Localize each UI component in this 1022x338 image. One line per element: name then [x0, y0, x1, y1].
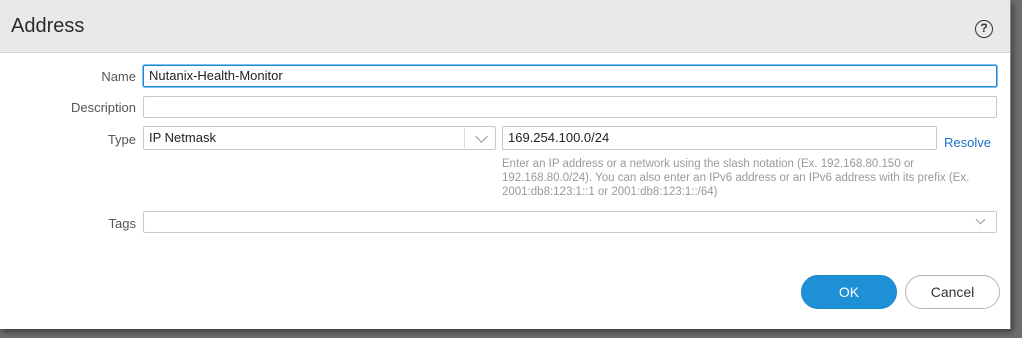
ip-netmask-input[interactable]: 169.254.100.0/24 [502, 126, 937, 150]
cancel-button[interactable]: Cancel [905, 275, 1000, 309]
type-select[interactable]: IP Netmask [143, 126, 496, 150]
address-dialog: Address ? Name Nutanix-Health-Monitor De… [0, 0, 1011, 329]
name-input-value: Nutanix-Health-Monitor [149, 68, 283, 83]
resolve-link[interactable]: Resolve [944, 135, 991, 150]
dialog-titlebar: Address ? [0, 0, 1010, 53]
type-select-value: IP Netmask [149, 130, 216, 145]
ip-hint-text: Enter an IP address or a network using t… [502, 158, 970, 198]
type-select-divider [464, 128, 465, 148]
dialog-title: Address [11, 15, 85, 37]
ok-button[interactable]: OK [801, 275, 897, 309]
description-label: Description [70, 100, 136, 115]
chevron-down-icon [475, 130, 488, 143]
type-label: Type [107, 132, 136, 147]
name-input[interactable]: Nutanix-Health-Monitor [143, 65, 997, 87]
description-input[interactable] [143, 96, 997, 118]
tags-select[interactable] [143, 211, 997, 233]
ip-netmask-value: 169.254.100.0/24 [508, 130, 610, 145]
help-icon[interactable]: ? [975, 20, 993, 38]
tags-label: Tags [108, 216, 136, 231]
name-label: Name [101, 69, 136, 84]
chevron-down-icon [975, 214, 986, 225]
